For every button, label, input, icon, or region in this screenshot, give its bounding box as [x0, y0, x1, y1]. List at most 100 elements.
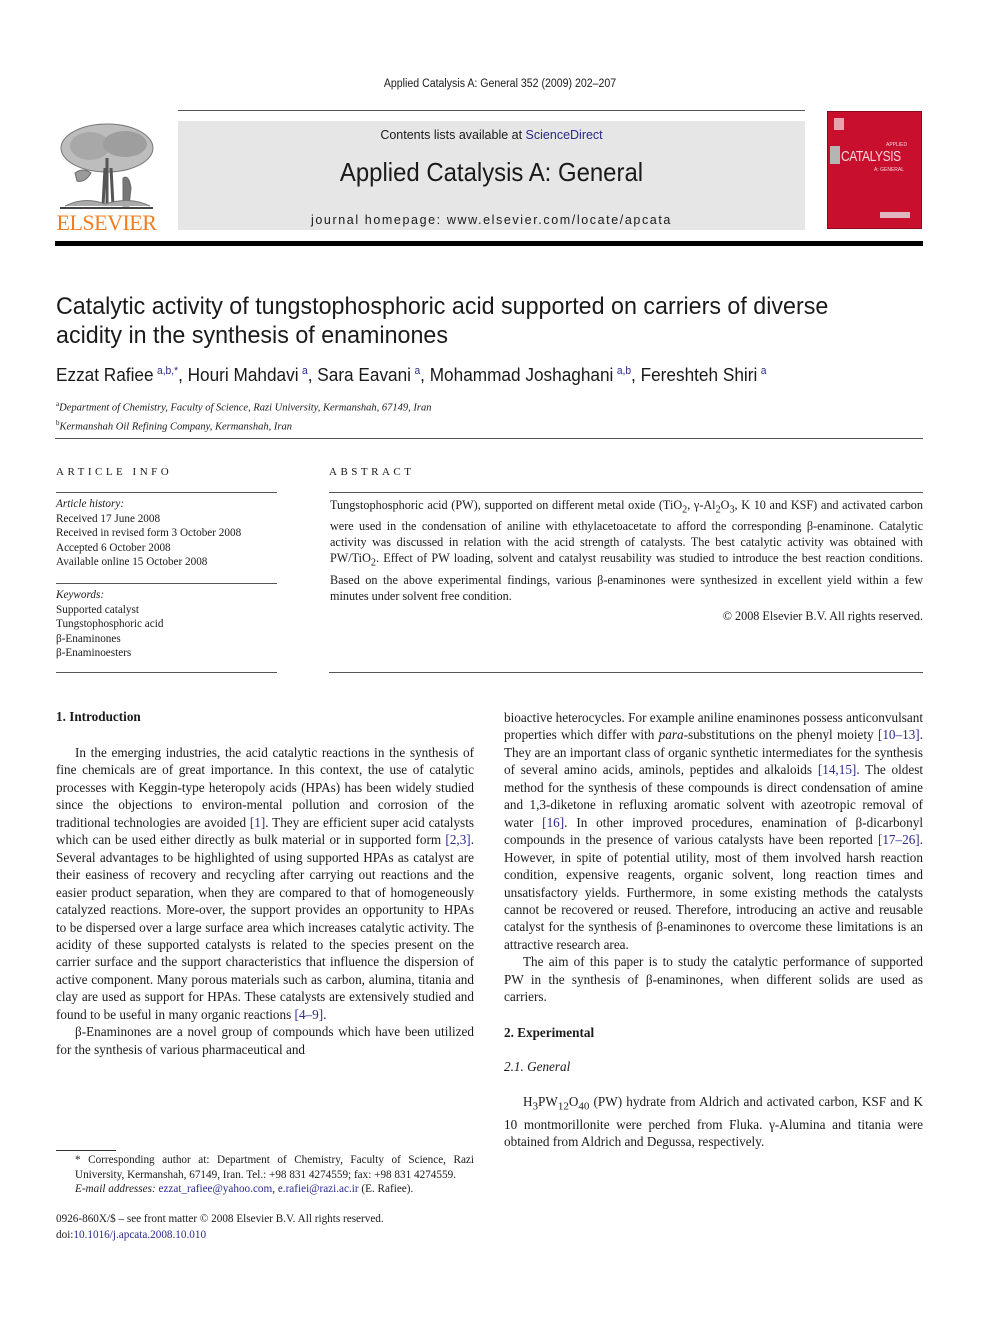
text-run: . However, in spite of potential utility…	[504, 832, 923, 952]
abstract-run: Tungstophosphoric acid (PW), supported o…	[330, 498, 683, 512]
paragraph: β-Enaminones are a novel group of compou…	[56, 1024, 474, 1057]
cover-title: CATALYSIS	[841, 148, 901, 165]
text-run: . Several advantages to be highlighted o…	[56, 832, 474, 1022]
cover-sub-text: A: GENERAL	[874, 167, 905, 173]
author-name: Ezzat Rafiee	[56, 364, 154, 385]
issn-line: 0926-860X/$ – see front matter © 2008 El…	[56, 1213, 384, 1225]
footnote-rule	[56, 1150, 116, 1151]
divider	[56, 672, 277, 673]
journal-cover-image: APPLIED CATALYSIS A: GENERAL	[827, 111, 922, 229]
contents-line: Contents lists available at ScienceDirec…	[178, 128, 805, 142]
citation-link[interactable]: [14,15]	[818, 762, 856, 777]
author-affiliation-marker[interactable]: a	[302, 365, 308, 377]
running-head: Applied Catalysis A: General 352 (2009) …	[383, 78, 617, 90]
abstract-run: , γ-Al	[687, 498, 716, 512]
email-label: E-mail addresses:	[75, 1183, 159, 1195]
footnote-text: Corresponding author at: Department of C…	[75, 1154, 474, 1181]
article-title: Catalytic activity of tungstophosphoric …	[56, 293, 829, 349]
history-item: Received 17 June 2008	[56, 512, 161, 525]
text-run: H	[523, 1093, 533, 1109]
corresponding-author-note: * Corresponding author at: Department of…	[56, 1153, 474, 1182]
header-rule	[178, 110, 805, 111]
divider	[56, 583, 277, 584]
text-run: .	[323, 1006, 327, 1022]
section-heading-introduction: 1. Introduction	[56, 709, 141, 724]
divider	[56, 492, 277, 493]
author-name: Fereshteh Shiri	[640, 364, 758, 385]
paragraph: In the emerging industries, the acid cat…	[56, 744, 474, 1023]
citation-link[interactable]: [1]	[250, 815, 265, 830]
body-column-left: In the emerging industries, the acid cat…	[56, 744, 474, 1058]
divider	[329, 672, 923, 673]
body-column-right: bioactive heterocycles. For example anil…	[504, 709, 923, 1151]
citation-link[interactable]: [10–13]	[878, 727, 920, 742]
history-item: Available online 15 October 2008	[56, 556, 208, 568]
author-name: Mohammad Joshaghani	[429, 364, 614, 385]
elsevier-tree-icon	[60, 123, 154, 209]
sciencedirect-cover-icon	[880, 212, 910, 218]
footnote: * Corresponding author at: Department of…	[56, 1153, 474, 1197]
keywords-label: Keywords:	[56, 589, 105, 601]
elsevier-wordmark: ELSEVIER	[56, 210, 157, 235]
affiliation: bKermanshah Oil Refining Company, Kerman…	[56, 416, 432, 435]
keyword-item: Tungstophosphoric acid	[56, 618, 164, 630]
article-info-heading: ARTICLE INFO	[56, 466, 173, 478]
email-link[interactable]: e.rafiei@razi.ac.ir	[278, 1183, 359, 1195]
section-heading-experimental: 2. Experimental	[504, 1024, 595, 1040]
journal-title: Applied Catalysis A: General	[339, 157, 644, 187]
contents-prefix: Contents lists available at	[380, 128, 526, 142]
citation-link[interactable]: [16]	[542, 815, 564, 830]
keywords: Keywords: Supported catalyst Tungstophos…	[56, 588, 163, 661]
paragraph: The aim of this paper is to study the ca…	[504, 954, 923, 1005]
affiliation: aDepartment of Chemistry, Faculty of Sci…	[56, 397, 432, 416]
doi-link[interactable]: 10.1016/j.apcata.2008.10.010	[73, 1229, 206, 1241]
abstract-copyright: © 2008 Elsevier B.V. All rights reserved…	[722, 609, 923, 623]
author-affiliation-marker[interactable]: a	[761, 365, 767, 377]
history-label: Article history:	[56, 498, 125, 510]
text-run: para	[658, 727, 684, 743]
text-run: O	[568, 1093, 579, 1109]
divider	[329, 492, 923, 493]
subscript: 40	[578, 1100, 590, 1113]
paragraph: H3PW12O40 (PW) hydrate from Aldrich and …	[504, 1093, 923, 1151]
text-run: (E. Rafiee).	[358, 1183, 414, 1195]
text-run: -substitutions on the phenyl moiety	[683, 727, 878, 743]
keyword-item: β-Enaminoesters	[56, 647, 132, 659]
journal-homepage-link[interactable]: journal homepage: www.elsevier.com/locat…	[178, 213, 805, 227]
author-name: Sara Eavani	[317, 364, 412, 385]
subsection-heading-general: 2.1. General	[504, 1059, 571, 1075]
sciencedirect-link[interactable]: ScienceDirect	[526, 128, 603, 142]
paragraph: bioactive heterocycles. For example anil…	[504, 709, 923, 953]
citation-link[interactable]: [17–26]	[878, 832, 920, 847]
front-matter: 0926-860X/$ – see front matter © 2008 El…	[56, 1211, 384, 1243]
cover-letter-block	[830, 146, 840, 164]
affiliation-text: Kermanshah Oil Refining Company, Kermans…	[59, 421, 292, 432]
elsevier-logo: ELSEVIER	[55, 118, 158, 236]
author-list: Ezzat Rafiee a,b,*, Houri Mahdavi a, Sar…	[56, 364, 767, 385]
author-affiliation-marker[interactable]: a,b,*	[157, 365, 178, 377]
author-affiliation-marker[interactable]: a,b	[617, 365, 631, 377]
journal-masthead: Contents lists available at ScienceDirec…	[178, 121, 805, 230]
author-affiliation-marker[interactable]: a	[414, 365, 420, 377]
affiliation-text: Department of Chemistry, Faculty of Scie…	[59, 402, 432, 414]
cover-badge	[834, 118, 844, 130]
citation-link[interactable]: [4–9]	[295, 1007, 324, 1022]
email-note: E-mail addresses: ezzat_rafiee@yahoo.com…	[56, 1182, 474, 1197]
subscript: 12	[557, 1100, 569, 1113]
affiliations: aDepartment of Chemistry, Faculty of Sci…	[56, 397, 432, 434]
article-history: Article history: Received 17 June 2008 R…	[56, 497, 241, 570]
author-name: Houri Mahdavi	[187, 364, 299, 385]
keyword-item: Supported catalyst	[56, 603, 139, 616]
doi-prefix: doi:	[56, 1229, 74, 1241]
history-item: Accepted 6 October 2008	[56, 541, 171, 554]
history-item: Received in revised form 3 October 2008	[56, 527, 242, 539]
email-link[interactable]: ezzat_rafiee@yahoo.com	[158, 1183, 272, 1195]
header-thick-rule	[55, 241, 923, 246]
text-run: PW	[538, 1093, 558, 1109]
abstract-run: . Effect of PW loading, solvent and cata…	[330, 551, 923, 603]
doi-line: doi:10.1016/j.apcata.2008.10.010	[56, 1227, 384, 1243]
abstract-heading: ABSTRACT	[329, 466, 415, 478]
abstract-text: Tungstophosphoric acid (PW), supported o…	[330, 497, 923, 604]
citation-link[interactable]: [2,3]	[445, 832, 470, 847]
text-run: . In other improved procedures, enaminat…	[504, 814, 923, 848]
